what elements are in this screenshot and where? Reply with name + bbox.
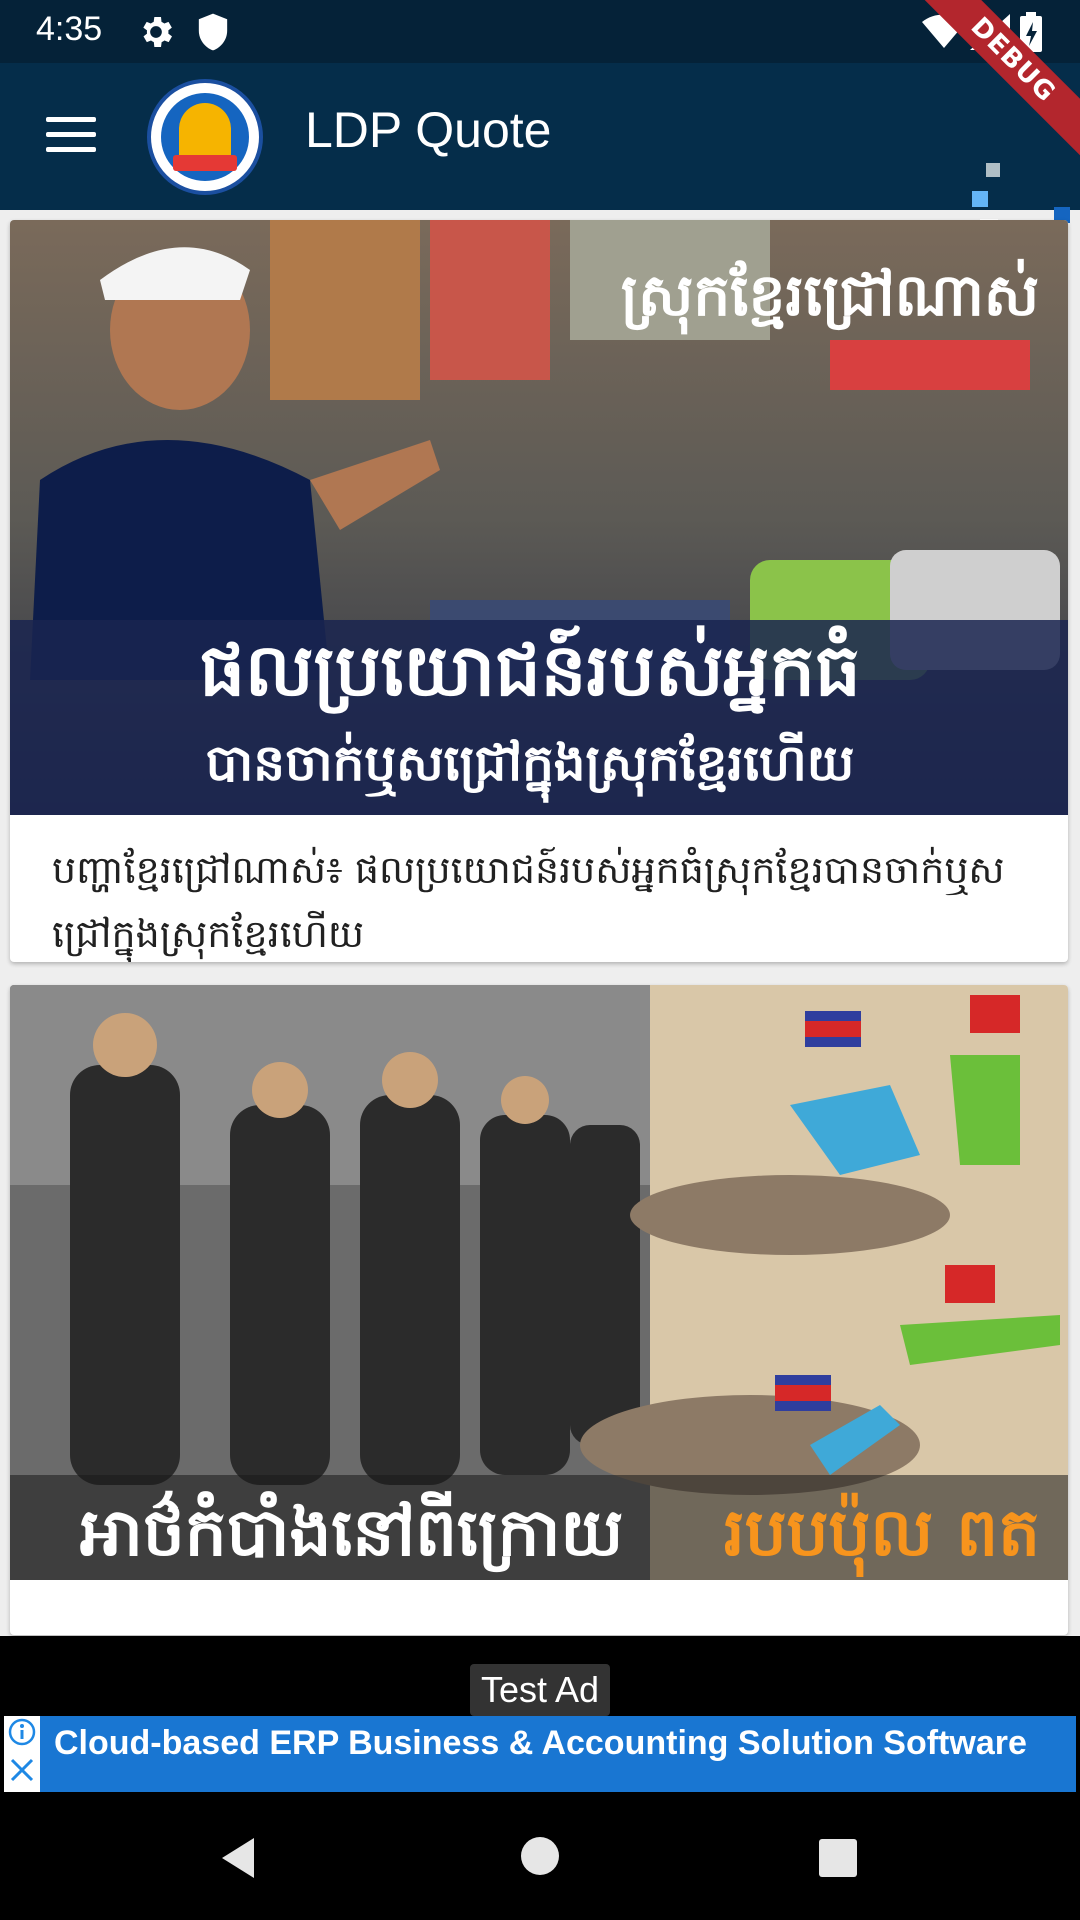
close-icon[interactable]: [8, 1756, 36, 1784]
news-image[interactable]: អាថ៌កំបាំងនៅពីក្រោយ របបប៉ុល ពត: [10, 985, 1068, 1580]
ad-text[interactable]: Cloud-based ERP Business & Accounting So…: [54, 1724, 1027, 1763]
news-card[interactable]: អាថ៌កំបាំងនៅពីក្រោយ របបប៉ុល ពត: [10, 985, 1068, 1635]
menu-icon[interactable]: [40, 107, 102, 167]
image-headline: ស្រុកខ្មែរជ្រៅណាស់: [621, 258, 1039, 335]
info-icon[interactable]: [8, 1718, 36, 1746]
app-title: LDP Quote: [305, 102, 552, 158]
home-icon[interactable]: [520, 1836, 560, 1876]
image-caption-line1: ផលប្រយោជន៍របស់អ្នកធំ: [199, 625, 860, 714]
image-caption-part1: អាថ៌កំបាំងនៅពីក្រោយ: [80, 1490, 623, 1573]
back-icon[interactable]: [218, 1836, 258, 1880]
status-time: 4:35: [36, 10, 103, 48]
gear-icon: [143, 17, 172, 47]
party-logo: [147, 79, 263, 195]
app-bar: LDP Quote: [0, 63, 1080, 257]
status-bar: 4:35: [0, 0, 1080, 63]
image-caption-part2: របបប៉ុល ពត: [724, 1492, 1040, 1577]
news-image[interactable]: ស្រុកខ្មែរជ្រៅណាស់ ផលប្រយោជន៍របស់អ្នកធំ …: [10, 220, 1068, 815]
news-card[interactable]: ស្រុកខ្មែរជ្រៅណាស់ ផលប្រយោជន៍របស់អ្នកធំ …: [10, 220, 1068, 962]
news-title[interactable]: បញ្ហាខ្មែរជ្រៅណាស់៖ ផលប្រយោជន៍របស់អ្នកធំ…: [52, 838, 1032, 962]
shield-icon: [198, 13, 228, 51]
recents-icon[interactable]: [818, 1838, 858, 1878]
test-ad-label: Test Ad: [470, 1664, 610, 1716]
ad-divider: [0, 1636, 1080, 1664]
